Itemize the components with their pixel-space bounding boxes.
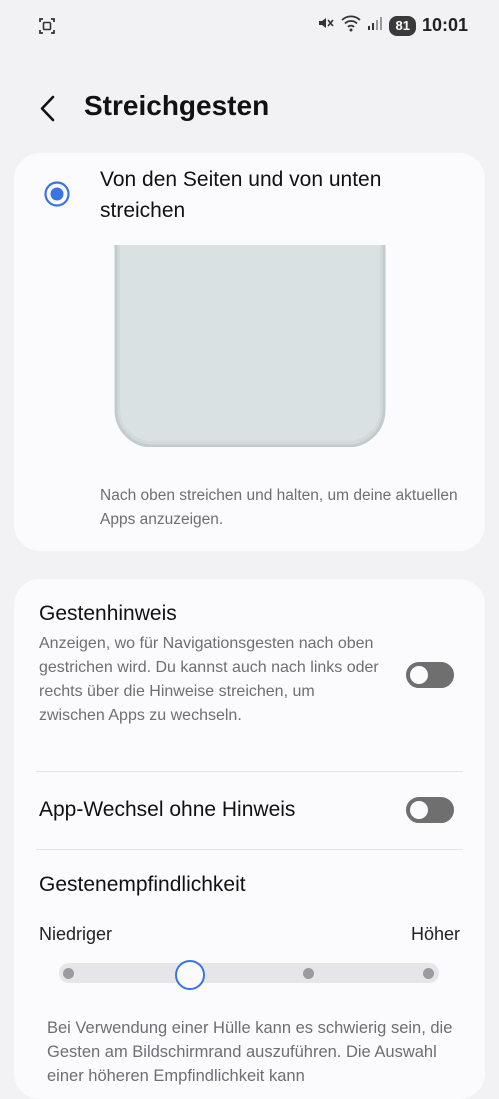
toggle-knob <box>410 801 428 819</box>
divider <box>36 849 463 850</box>
slider-thumb[interactable] <box>175 960 205 990</box>
swipe-option-card: Von den Seiten und von unten streichen N… <box>14 153 485 551</box>
screenshot-icon <box>38 17 56 40</box>
divider <box>36 771 463 772</box>
app-switch-title[interactable]: App-Wechsel ohne Hinweis <box>39 798 295 822</box>
sensitivity-high-label: Höher <box>410 924 460 944</box>
battery-indicator: 81 <box>389 15 416 36</box>
back-arrow-icon <box>40 95 55 122</box>
status-bar: 81 10:01 <box>0 0 499 52</box>
page-title: Streichgesten <box>84 90 270 121</box>
gesture-hint-title[interactable]: Gestenhinweis <box>39 602 177 626</box>
option-label[interactable]: Von den Seiten und von unten streichen <box>100 164 460 226</box>
gesture-preview-image <box>114 245 386 452</box>
option-hint: Nach oben streichen und halten, um deine… <box>100 487 458 528</box>
toggle-knob <box>410 666 428 684</box>
wifi-icon <box>341 14 362 37</box>
sensitivity-title: Gestenempfindlichkeit <box>39 873 246 896</box>
app-header: Streichgesten <box>0 80 499 140</box>
gesture-hint-description: Anzeigen, wo für Navigationsgesten nach … <box>39 635 379 724</box>
slider-step <box>63 967 74 979</box>
app-switch-toggle[interactable] <box>406 797 454 823</box>
slider-step <box>303 967 314 979</box>
sensitivity-note: Bei Verwendung einer Hülle kann es schwi… <box>47 1019 453 1085</box>
settings-card: Gestenhinweis Anzeigen, wo für Navigatio… <box>14 579 485 1099</box>
back-button[interactable] <box>32 92 66 126</box>
sensitivity-low-label: Niedriger <box>39 924 113 944</box>
gesture-hint-toggle[interactable] <box>406 662 454 688</box>
signal-icon <box>367 15 383 36</box>
slider-step <box>423 967 434 979</box>
mute-icon <box>317 14 335 37</box>
radio-button-selected[interactable] <box>44 181 70 207</box>
status-time: 10:01 <box>421 15 468 35</box>
sensitivity-slider[interactable] <box>59 963 439 983</box>
